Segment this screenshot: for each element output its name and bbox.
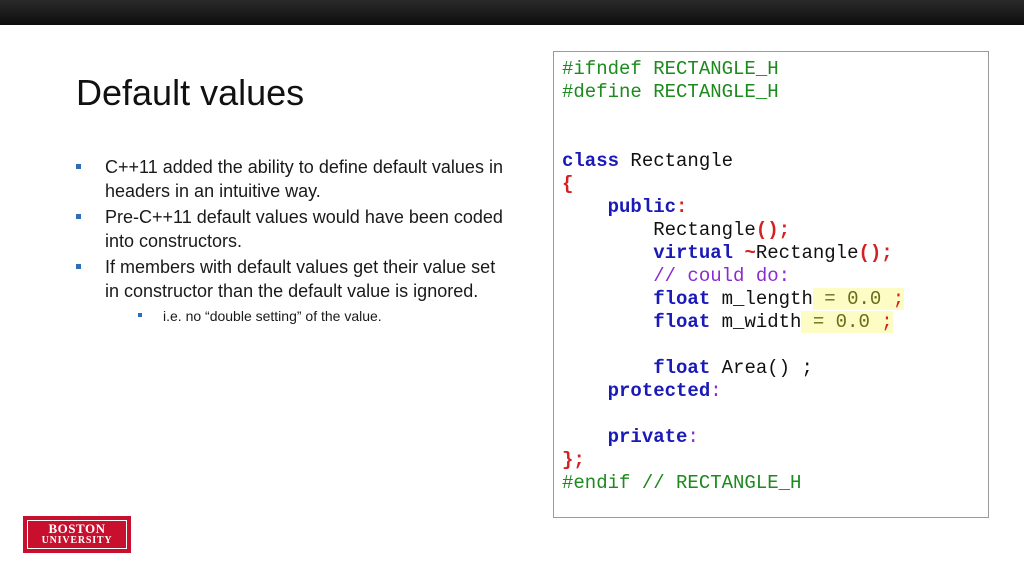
code-box: #ifndef RECTANGLE_H #define RECTANGLE_Hcl…: [553, 51, 989, 518]
bullet-square-icon: [76, 214, 81, 219]
open-brace: {: [562, 173, 574, 195]
default-value-highlight: = 0.0 ;: [812, 288, 905, 310]
bullet-text: Pre-C++11 default values would have been…: [105, 207, 503, 251]
colon: :: [676, 196, 688, 218]
default-value-highlight: = 0.0 ;: [801, 311, 893, 333]
code-line-destructor: virtual ~Rectangle();: [562, 242, 904, 265]
bullet-square-icon: [76, 264, 81, 269]
area-declaration: Area() ;: [710, 357, 813, 379]
keyword-class: class: [562, 150, 620, 172]
slide-title: Default values: [76, 72, 305, 113]
close-brace: };: [562, 449, 585, 471]
semicolon: ;: [881, 311, 893, 333]
parens-semicolon: ();: [755, 219, 791, 241]
type-float: float: [653, 311, 711, 333]
logo-frame: BOSTON UNIVERSITY: [27, 520, 127, 549]
preprocessor-endif: #endif // RECTANGLE_H: [562, 472, 802, 494]
preprocessor-ifndef: #ifndef RECTANGLE_H: [562, 58, 779, 80]
type-float: float: [653, 288, 711, 310]
bullet-item: If members with default values get their…: [76, 256, 506, 325]
class-name: Rectangle: [619, 150, 734, 172]
parens-semicolon: ();: [858, 242, 893, 264]
default-value: = 0.0: [801, 311, 882, 333]
code-line-public: public:: [562, 196, 904, 219]
sub-bullet-list: i.e. no “double setting” of the value.: [105, 307, 506, 325]
code-line-open-brace: {: [562, 173, 904, 196]
top-bar: [0, 0, 1024, 25]
preprocessor-define: #define RECTANGLE_H: [562, 81, 779, 103]
code-line-area: float Area() ;: [562, 357, 904, 380]
boston-university-logo: BOSTON UNIVERSITY: [23, 516, 131, 553]
code-line-endif: #endif // RECTANGLE_H: [562, 472, 904, 495]
bullet-text: If members with default values get their…: [105, 257, 496, 301]
code-line-define: #define RECTANGLE_H: [562, 81, 904, 104]
bullet-list: C++11 added the ability to define defaul…: [76, 156, 506, 328]
keyword-protected: protected: [607, 380, 711, 402]
code-line-comment: // could do:: [562, 265, 904, 288]
type-float: float: [653, 357, 711, 379]
keyword-public: public: [607, 196, 677, 218]
colon: :: [687, 426, 699, 448]
keyword-private: private: [607, 426, 688, 448]
semicolon: ;: [892, 288, 905, 310]
default-value: = 0.0: [812, 288, 893, 310]
bullet-item: C++11 added the ability to define defaul…: [76, 156, 506, 203]
member-m-width: m_width: [710, 311, 802, 333]
code-line-close-brace: };: [562, 449, 904, 472]
bullet-text: C++11 added the ability to define defaul…: [105, 157, 503, 201]
code-line-ifndef: #ifndef RECTANGLE_H: [562, 58, 904, 81]
logo-line-university: UNIVERSITY: [41, 534, 113, 546]
code-line-class: class Rectangle: [562, 150, 904, 173]
code-comment: // could do:: [653, 265, 791, 287]
destructor-name: Rectangle: [755, 242, 859, 264]
code-line-m-length: float m_length = 0.0 ;: [562, 288, 905, 311]
code-line-protected: protected:: [562, 380, 904, 403]
bullet-square-icon: [76, 164, 81, 169]
keyword-virtual: virtual: [653, 242, 734, 264]
sub-bullet-square-icon: [138, 313, 142, 317]
sub-bullet-item: i.e. no “double setting” of the value.: [138, 307, 506, 325]
member-m-length: m_length: [710, 288, 813, 310]
code-listing: #ifndef RECTANGLE_H #define RECTANGLE_Hcl…: [562, 58, 905, 495]
constructor-name: Rectangle: [653, 219, 756, 241]
tilde: ~: [744, 242, 756, 264]
bullet-item: Pre-C++11 default values would have been…: [76, 206, 506, 253]
code-line-private: private:: [562, 426, 904, 449]
code-line-constructor: Rectangle();: [562, 219, 904, 242]
colon: :: [710, 380, 722, 402]
sub-bullet-text: i.e. no “double setting” of the value.: [163, 308, 382, 324]
slide: Default values C++11 added the ability t…: [0, 0, 1024, 575]
logo-line-boston: BOSTON: [48, 520, 106, 536]
code-line-m-width: float m_width = 0.0 ;: [562, 311, 904, 334]
